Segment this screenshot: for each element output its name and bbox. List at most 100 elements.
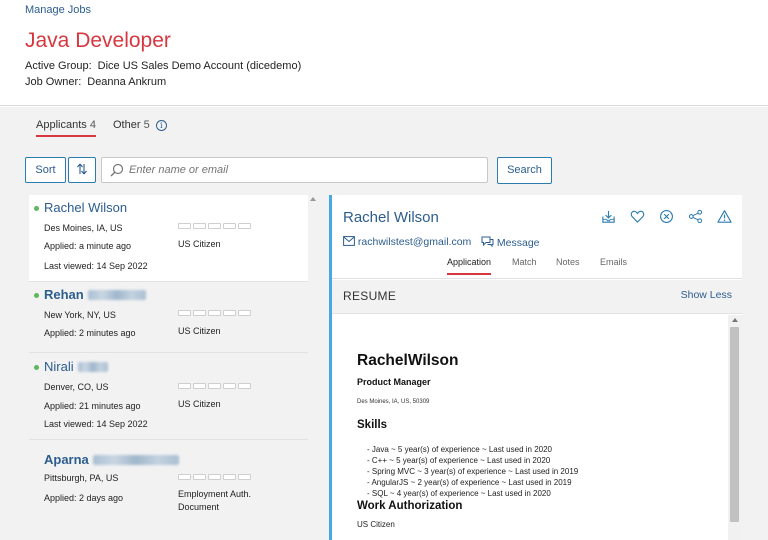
applicant-name[interactable]: Rachel Wilson — [44, 200, 127, 215]
redacted-surname — [92, 455, 179, 465]
detail-actions — [601, 209, 732, 224]
heart-icon[interactable] — [630, 209, 645, 224]
applicant-last-viewed: Last viewed: 14 Sep 2022 — [44, 261, 148, 271]
report-warning-icon[interactable] — [717, 209, 732, 224]
resume-location: Des Moines, IA, US, 50309 — [357, 399, 430, 405]
detail-tabs: Application Match Notes Emails — [332, 257, 742, 279]
tab-other-label: Other — [113, 119, 141, 131]
tab-other[interactable]: Other 5 i — [113, 119, 167, 131]
tab-other-count: 5 — [143, 119, 150, 131]
skill-item: - Java ~ 5 year(s) of experience ~ Last … — [367, 445, 552, 454]
redacted-surname — [87, 290, 146, 300]
active-group-value: Dice US Sales Demo Account (dicedemo) — [97, 60, 302, 72]
skill-item: - AngularJS ~ 2 year(s) of experience ~ … — [367, 478, 572, 487]
resume-scrollbar[interactable] — [728, 315, 742, 540]
envelope-icon — [343, 236, 355, 246]
scroll-thumb[interactable] — [730, 327, 739, 522]
authorization-line-2: Document — [178, 502, 220, 512]
resume-document: RachelWilson Product Manager Des Moines,… — [332, 315, 728, 540]
search-input[interactable] — [129, 162, 479, 178]
list-scrollbar[interactable] — [309, 195, 317, 540]
download-icon[interactable] — [601, 209, 616, 224]
redacted-surname — [77, 362, 108, 372]
tab-emails[interactable]: Emails — [600, 257, 627, 267]
sort-button[interactable]: Sort — [25, 157, 66, 183]
job-header: Manage Jobs Java Developer Active Group:… — [0, 0, 768, 106]
skill-item: - SQL ~ 4 year(s) of experience ~ Last u… — [367, 489, 551, 498]
scroll-up-icon[interactable] — [310, 197, 316, 201]
rating-bar[interactable] — [178, 383, 251, 389]
applicant-name[interactable]: Aparna — [44, 452, 179, 467]
applicant-first-name: Aparna — [44, 452, 89, 467]
page-title: Java Developer — [25, 29, 171, 52]
applicant-card[interactable]: Nirali Denver, CO, US Applied: 21 minute… — [29, 354, 308, 440]
resume-name: RachelWilson — [357, 352, 459, 369]
job-owner-label: Job Owner: — [25, 76, 82, 88]
rating-bar[interactable] — [178, 223, 251, 229]
applicant-first-name: Rehan — [44, 287, 84, 302]
online-indicator — [34, 206, 39, 211]
search-button[interactable]: Search — [497, 157, 552, 184]
breadcrumb-manage-jobs[interactable]: Manage Jobs — [25, 4, 91, 16]
job-owner-row: Job Owner: Deanna Ankrum — [25, 76, 166, 88]
applicant-authorization: US Citizen — [178, 239, 221, 249]
info-icon[interactable]: i — [155, 120, 167, 131]
resume-work-auth-heading: Work Authorization — [357, 500, 463, 512]
online-indicator — [34, 365, 39, 370]
tab-match[interactable]: Match — [512, 257, 537, 267]
applicant-detail-panel: Rachel Wilson rachwilstest@gmail.com Mes… — [329, 195, 742, 540]
rating-bar[interactable] — [178, 310, 251, 316]
applicant-card[interactable]: Aparna Pittsburgh, PA, US Applied: 2 day… — [29, 441, 308, 540]
chat-icon — [481, 236, 494, 248]
applicant-last-viewed: Last viewed: 14 Sep 2022 — [44, 419, 148, 429]
resume-role: Product Manager — [357, 377, 431, 387]
rating-bar[interactable] — [178, 474, 251, 480]
tab-applicants[interactable]: Applicants 4 — [36, 119, 96, 137]
email-address: rachwilstest@gmail.com — [357, 236, 472, 248]
resume-work-auth-value: US Citizen — [357, 520, 395, 529]
sort-order-button[interactable] — [68, 157, 96, 183]
applicant-applied: Applied: a minute ago — [44, 241, 132, 251]
applicant-applied: Applied: 2 days ago — [44, 493, 124, 503]
tab-notes[interactable]: Notes — [556, 257, 580, 267]
skill-item: - C++ ~ 5 year(s) of experience ~ Last u… — [367, 456, 551, 465]
tab-applicants-count: 4 — [89, 119, 96, 131]
resume-header: RESUME Show Less — [332, 280, 742, 314]
active-group-row: Active Group: Dice US Sales Demo Account … — [25, 60, 301, 72]
applicant-applied: Applied: 21 minutes ago — [44, 401, 141, 411]
applicant-location: Pittsburgh, PA, US — [44, 473, 119, 483]
applicant-list: Rachel Wilson Des Moines, IA, US Applied… — [29, 195, 308, 540]
search-box — [101, 157, 488, 183]
detail-applicant-name: Rachel Wilson — [343, 209, 439, 226]
tab-applicants-label: Applicants — [36, 119, 87, 131]
scroll-up-icon[interactable] — [732, 318, 738, 322]
applicant-location: Des Moines, IA, US — [44, 223, 123, 233]
applicant-authorization: US Citizen — [178, 326, 221, 336]
active-group-label: Active Group: — [25, 60, 92, 72]
applicant-card[interactable]: Rehan New York, NY, US Applied: 2 minute… — [29, 283, 308, 353]
resume-skills-heading: Skills — [357, 419, 388, 431]
applicant-location: Denver, CO, US — [44, 382, 109, 392]
applicants-area: Applicants 4 Other 5 i Sort Search Rache… — [0, 107, 768, 540]
sort-order-icon — [77, 163, 87, 175]
message-link[interactable]: Message — [481, 236, 540, 249]
applicant-card[interactable]: Rachel Wilson Des Moines, IA, US Applied… — [29, 195, 308, 282]
applicant-authorization: US Citizen — [178, 399, 221, 409]
search-icon — [110, 163, 124, 177]
applicant-name[interactable]: Rehan — [44, 287, 146, 302]
reject-icon[interactable] — [659, 209, 674, 224]
show-less-link[interactable]: Show Less — [681, 289, 732, 301]
applicant-name[interactable]: Nirali — [44, 359, 108, 374]
resume-skills-list: - Java ~ 5 year(s) of experience ~ Last … — [367, 444, 578, 499]
applicant-first-name: Nirali — [44, 359, 74, 374]
authorization-line-1: Employment Auth. — [178, 489, 252, 499]
resume-label: RESUME — [343, 289, 397, 303]
applicant-location: New York, NY, US — [44, 310, 116, 320]
share-icon[interactable] — [688, 209, 703, 224]
message-label: Message — [496, 237, 540, 249]
online-indicator — [34, 293, 39, 298]
tab-application[interactable]: Application — [447, 257, 492, 275]
skill-item: - Spring MVC ~ 3 year(s) of experience ~… — [367, 467, 579, 476]
job-owner-value: Deanna Ankrum — [87, 76, 167, 88]
email-link[interactable]: rachwilstest@gmail.com — [343, 236, 471, 248]
